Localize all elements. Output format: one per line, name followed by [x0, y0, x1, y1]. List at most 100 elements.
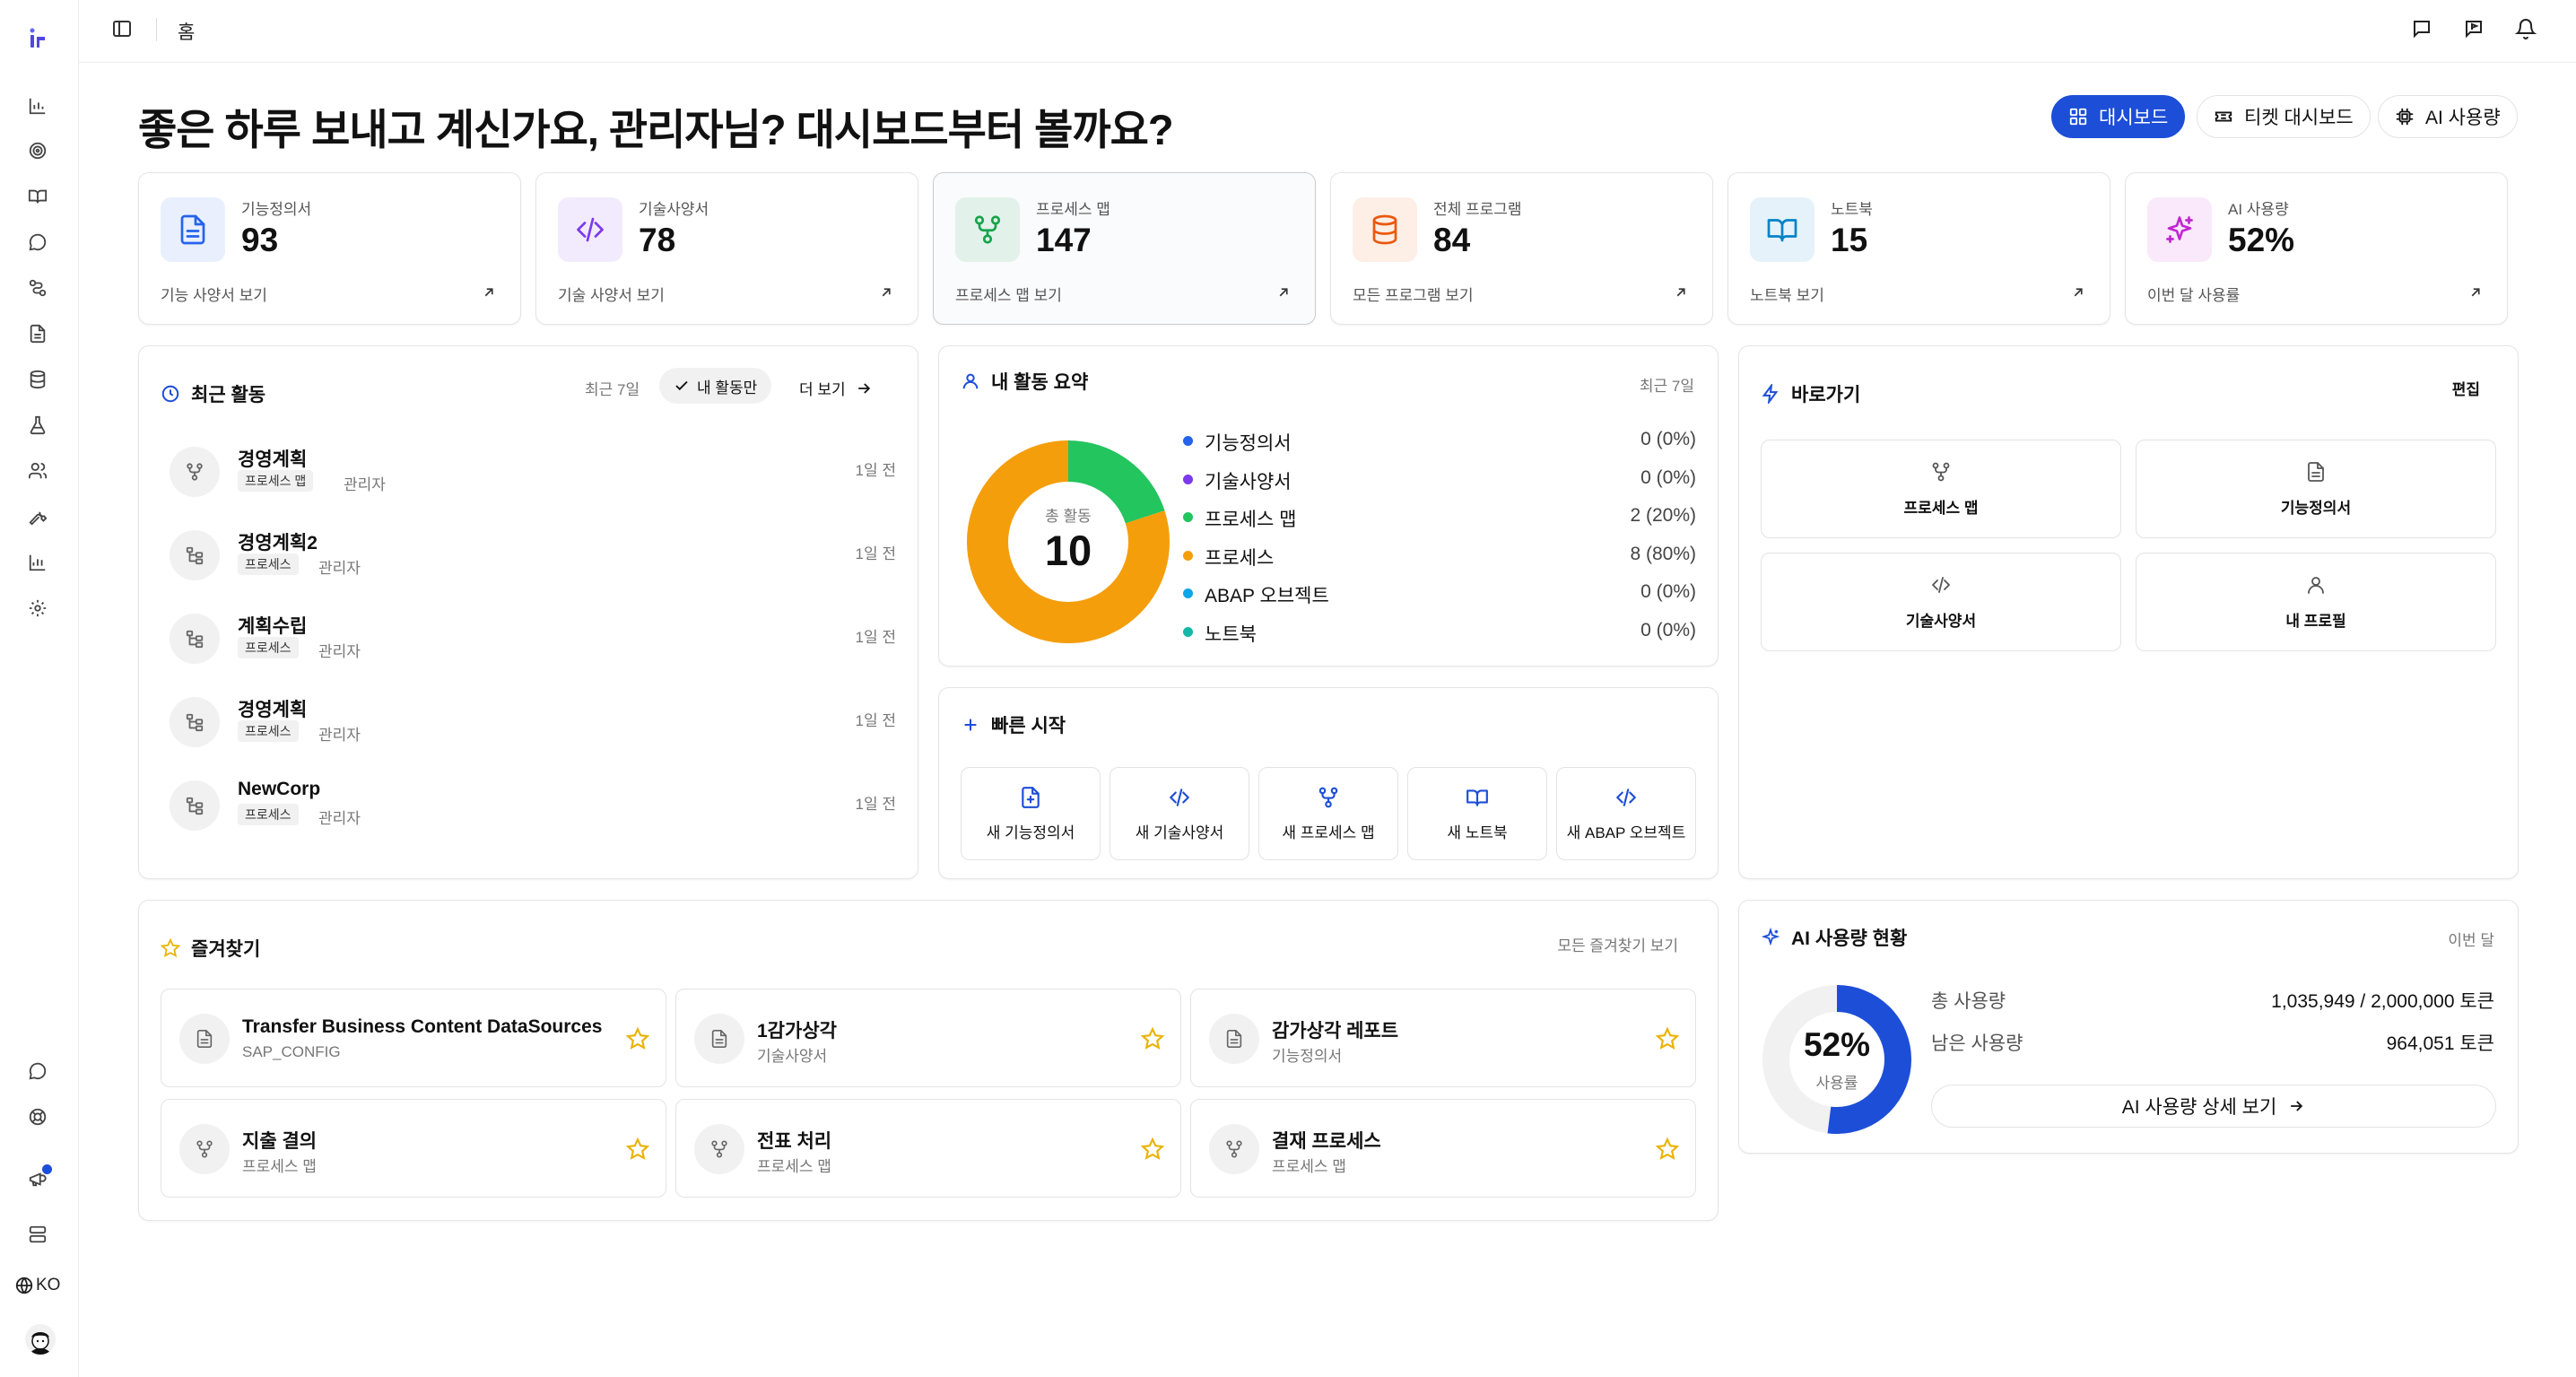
legend-value: 0 (0%) [1640, 619, 1696, 641]
sidebar-toggle-icon[interactable] [111, 18, 133, 39]
database-icon[interactable] [25, 367, 50, 392]
legend-name: 기능정의서 [1205, 433, 1292, 454]
stat-card[interactable]: 프로세스 맵 147 프로세스 맵 보기 [933, 172, 1316, 325]
list-item[interactable]: 경영계획 프로세스 관리자 1일 전 [170, 692, 896, 756]
stat-link[interactable]: 모든 프로그램 보기 [1353, 283, 1474, 305]
target-icon[interactable] [25, 138, 50, 163]
arrow-up-right-icon[interactable] [481, 284, 497, 301]
legend-item: 노트북 0 (0%) [1183, 620, 1696, 647]
plus-icon [964, 719, 977, 731]
language-switch[interactable]: KO [14, 1276, 60, 1295]
favorite-type: 기술사양서 [757, 1048, 828, 1065]
process-map-icon [196, 1140, 213, 1158]
stat-link[interactable]: 기능 사양서 보기 [161, 283, 267, 305]
arrow-up-right-icon[interactable] [1275, 284, 1292, 301]
process-tree-icon [186, 797, 204, 815]
arrow-up-right-icon[interactable] [2467, 284, 2484, 301]
megaphone-icon[interactable] [25, 1164, 52, 1191]
shortcut-tile[interactable]: 기술사양서 [1761, 553, 2121, 651]
help-icon[interactable] [25, 1104, 50, 1129]
quick-start-button[interactable]: 새 프로세스 맵 [1258, 767, 1398, 860]
star-icon[interactable] [1656, 1027, 1679, 1050]
legend-value: 0 (0%) [1640, 466, 1696, 488]
sparkles-icon [1761, 928, 1780, 946]
document-icon[interactable] [25, 321, 50, 346]
code-icon [577, 217, 604, 242]
star-icon[interactable] [626, 1137, 649, 1161]
quick-start-button[interactable]: 새 기술사양서 [1110, 767, 1249, 860]
app-logo[interactable] [25, 25, 50, 50]
bar-chart-icon[interactable] [25, 550, 50, 575]
flask-icon[interactable] [25, 413, 50, 438]
favorite-item[interactable]: 1감가상각 기술사양서 [675, 989, 1181, 1087]
ticket-flag-icon[interactable] [2463, 18, 2485, 39]
remaining-usage-label: 남은 사용량 [1931, 1033, 2023, 1054]
list-item[interactable]: 경영계획2 프로세스 관리자 1일 전 [170, 525, 896, 589]
quick-start-button[interactable]: 새 기능정의서 [961, 767, 1101, 860]
quick-start-button[interactable]: 새 노트북 [1407, 767, 1547, 860]
shortcut-tile[interactable]: 기능정의서 [2136, 440, 2496, 538]
favorite-item[interactable]: Transfer Business Content DataSources SAP… [161, 989, 666, 1087]
favorite-item[interactable]: 전표 처리 프로세스 맵 [675, 1099, 1181, 1198]
favorite-item[interactable]: 결재 프로세스 프로세스 맵 [1190, 1099, 1696, 1198]
shortcut-tile[interactable]: 내 프로필 [2136, 553, 2496, 651]
arrow-up-right-icon[interactable] [878, 284, 894, 301]
star-icon[interactable] [626, 1027, 649, 1050]
wrench-icon[interactable] [25, 504, 50, 529]
recent-period: 최근 7일 [585, 381, 640, 398]
server-icon[interactable] [25, 1222, 50, 1247]
stat-link[interactable]: 프로세스 맵 보기 [955, 283, 1062, 305]
ai-usage-detail-button[interactable]: AI 사용량 상세 보기 [1931, 1085, 2496, 1128]
users-icon[interactable] [25, 458, 50, 484]
list-item[interactable]: NewCorp 프로세스 관리자 1일 전 [170, 775, 896, 840]
document-icon [711, 1030, 727, 1048]
avatar[interactable] [25, 1324, 56, 1355]
edit-shortcuts-button[interactable]: 편집 [2452, 377, 2480, 399]
ai-usage-button[interactable]: AI 사용량 [2378, 95, 2518, 138]
dashboard-button[interactable]: 대시보드 [2051, 95, 2186, 138]
view-all-favorites-link[interactable]: 모든 즐겨찾기 보기 [1557, 933, 1678, 955]
stat-card[interactable]: 전체 프로그램 84 모든 프로그램 보기 [1330, 172, 1713, 325]
favorite-type: 프로세스 맵 [1272, 1158, 1346, 1175]
favorites-title: 즐겨찾기 [191, 939, 261, 960]
breadcrumb[interactable]: 홈 [178, 18, 195, 45]
feedback-icon[interactable] [2411, 18, 2432, 39]
stat-label: 프로세스 맵 [1036, 201, 1110, 218]
my-activity-filter[interactable]: 내 활동만 [659, 368, 772, 404]
star-icon[interactable] [1141, 1027, 1164, 1050]
shortcut-tile[interactable]: 프로세스 맵 [1761, 440, 2121, 538]
ticket-dashboard-button[interactable]: 티켓 대시보드 [2197, 95, 2371, 138]
item-avatar [170, 780, 220, 831]
route-icon[interactable] [25, 275, 50, 301]
bell-icon[interactable] [2515, 18, 2537, 39]
user-icon [2308, 576, 2324, 594]
arrow-up-right-icon[interactable] [2070, 284, 2086, 301]
arrow-up-right-icon[interactable] [1673, 284, 1689, 301]
stat-card[interactable]: 기술사양서 78 기술 사양서 보기 [535, 172, 918, 325]
stat-card[interactable]: AI 사용량 52% 이번 달 사용률 [2125, 172, 2508, 325]
book-icon [1466, 789, 1488, 806]
stat-icon-box [161, 197, 225, 262]
favorite-item[interactable]: 감가상각 레포트 기능정의서 [1190, 989, 1696, 1087]
settings-icon[interactable] [25, 596, 50, 621]
stat-card[interactable]: 기능정의서 93 기능 사양서 보기 [138, 172, 521, 325]
list-item[interactable]: 경영계획 프로세스 맵 관리자 1일 전 [170, 441, 896, 506]
favorite-item[interactable]: 지출 결의 프로세스 맵 [161, 1099, 666, 1198]
stat-label: 기술사양서 [639, 201, 709, 218]
stat-link[interactable]: 기술 사양서 보기 [558, 283, 665, 305]
stat-link[interactable]: 이번 달 사용률 [2147, 283, 2240, 305]
chat-icon[interactable] [25, 230, 50, 255]
star-icon[interactable] [1656, 1137, 1679, 1161]
more-link[interactable]: 더 보기 [799, 377, 873, 399]
stat-link[interactable]: 노트북 보기 [1750, 283, 1824, 305]
star-icon[interactable] [1141, 1137, 1164, 1161]
process-map-icon [1318, 787, 1338, 807]
chart-icon[interactable] [25, 93, 50, 118]
stat-card[interactable]: 노트북 15 노트북 보기 [1727, 172, 2110, 325]
quick-start-button[interactable]: 새 ABAP 오브젝트 [1556, 767, 1696, 860]
grid-icon [2069, 108, 2087, 126]
book-icon[interactable] [25, 184, 50, 209]
message-icon[interactable] [25, 1059, 50, 1084]
summary-title: 내 활동 요약 [991, 372, 1089, 393]
list-item[interactable]: 계획수립 프로세스 관리자 1일 전 [170, 608, 896, 673]
